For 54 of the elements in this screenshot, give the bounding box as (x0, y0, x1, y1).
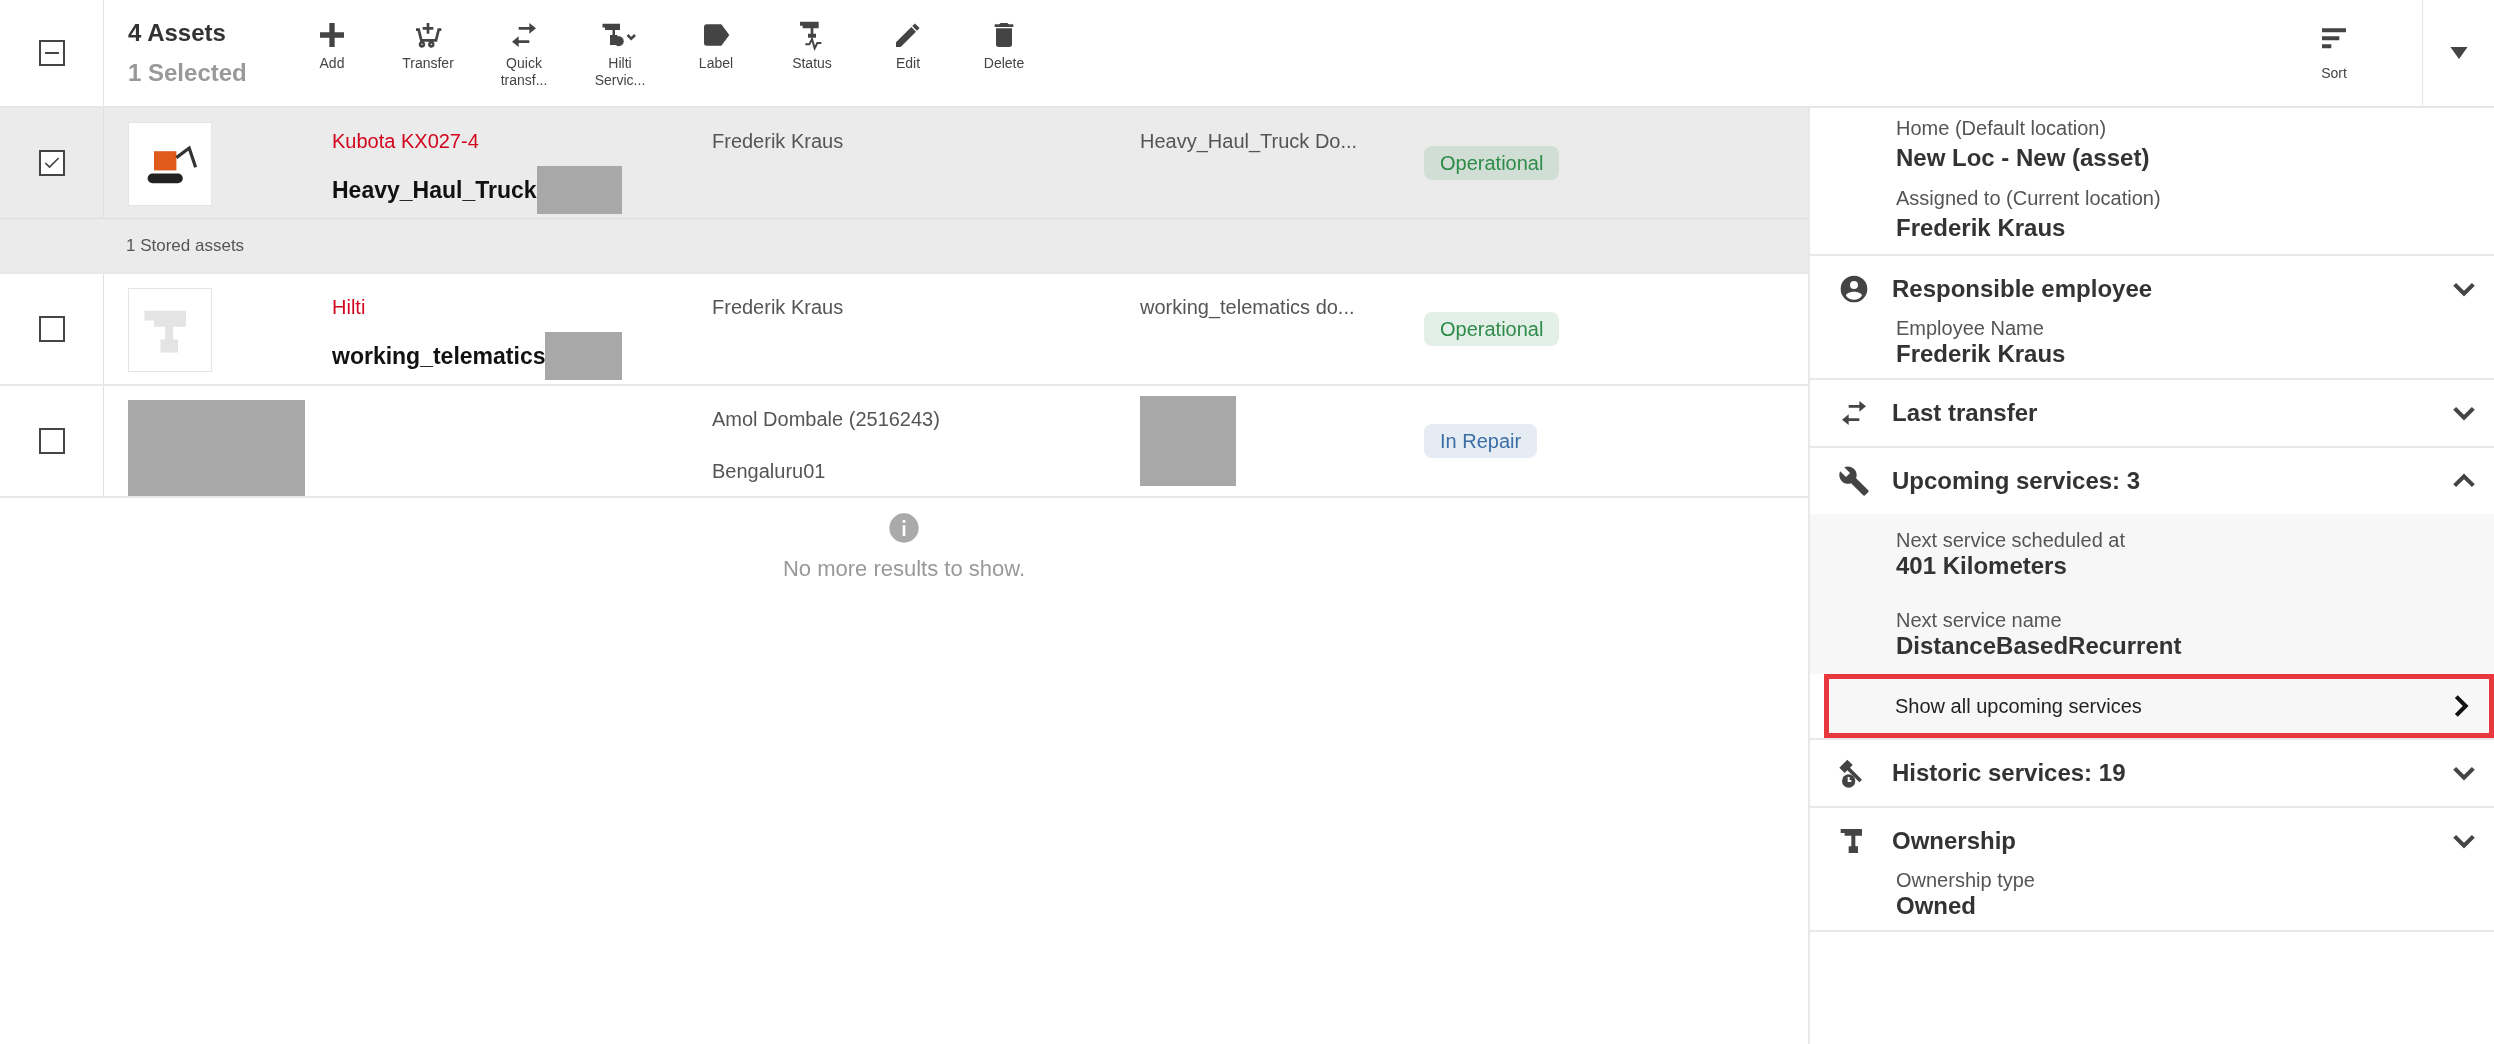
section-title[interactable]: Upcoming services: 3 (1892, 463, 2428, 499)
sort-button[interactable]: Sort (2286, 0, 2382, 106)
toolbar-action[interactable]: Delete (956, 5, 1052, 101)
select-all-checkbox[interactable] (38, 40, 65, 66)
status-badge: In Repair (1424, 424, 1538, 458)
employee-name: Amol Dombale (2516243) (712, 407, 941, 432)
field-label: Employee Name (1896, 316, 2045, 340)
asset-description: working_telematics do... (1140, 296, 1355, 318)
row-checkbox[interactable] (38, 150, 65, 176)
show-all-services-link[interactable]: Show all upcoming services (1829, 679, 2489, 733)
field-value: Frederik Kraus (1896, 340, 2067, 368)
status-badge: Operational (1424, 312, 1560, 346)
toolbar-action[interactable]: Status (764, 5, 860, 101)
field-label: Assigned to (Current location) (1896, 186, 2162, 210)
asset-count: 4 Assets (128, 18, 227, 48)
toolbar-action[interactable]: Add (284, 5, 380, 101)
field-value: Frederik Kraus (1896, 214, 2067, 242)
location-name: Bengaluru01 (712, 459, 827, 484)
info-icon (888, 512, 920, 544)
field-value: 401 Kilometers (1896, 552, 2068, 580)
field-value: New Loc - New (asset) (1896, 144, 2151, 172)
toolbar-action[interactable]: Transfer (380, 5, 476, 101)
wrench-icon (1838, 465, 1870, 497)
row-checkbox[interactable] (38, 428, 65, 454)
status-badge: Operational (1424, 146, 1560, 180)
stored-assets-note: 1 Stored assets (126, 234, 245, 257)
field-value: Owned (1896, 892, 1977, 920)
asset-name: Heavy_Haul_Truck (332, 175, 537, 205)
field-value: DistanceBasedRecurrent (1896, 632, 2183, 660)
field-label: Next service name (1896, 608, 2063, 632)
section-title[interactable]: Ownership (1892, 823, 2428, 859)
field-label: Home (Default location) (1896, 116, 2108, 140)
asset-row[interactable]: Hilti working_telematics Frederik Kraus working_telematics do... Operational (0, 274, 1808, 386)
section-title[interactable]: Historic services: 19 (1892, 755, 2428, 791)
asset-brand: Kubota KX027-4 (332, 129, 480, 154)
employee-name: Frederik Kraus (712, 295, 845, 320)
toolbar-action[interactable]: Edit (860, 5, 956, 101)
section-title[interactable]: Last transfer (1892, 395, 2428, 431)
toolbar-action[interactable]: Hilti Servic... (572, 5, 668, 101)
toolbar-action[interactable]: Label (668, 5, 764, 101)
asset-name: working_telematics (332, 341, 546, 371)
employee-name: Frederik Kraus (712, 129, 845, 154)
asset-row[interactable]: Kubota KX027-4 Heavy_Haul_Truck Frederik Kraus Heavy_Haul_Truck Do... Operational 1 Stored assets (0, 108, 1808, 274)
asset-description: Heavy_Haul_Truck Do... (1140, 130, 1358, 152)
no-more-results: No more results to show. (782, 555, 1026, 583)
section-title[interactable]: Responsible employee (1892, 271, 2428, 307)
field-label: Ownership type (1896, 868, 2036, 892)
selected-count: 1 Selected (128, 58, 248, 88)
toolbar-action[interactable]: Quick transf... (476, 5, 572, 101)
asset-brand: Hilti (332, 295, 367, 320)
asset-row[interactable]: Amol Dombale (2516243) Bengaluru01 In Repair (0, 386, 1808, 498)
dropdown-caret-icon[interactable] (2449, 47, 2468, 59)
field-label: Next service scheduled at (1896, 528, 2126, 552)
row-checkbox[interactable] (38, 316, 65, 342)
